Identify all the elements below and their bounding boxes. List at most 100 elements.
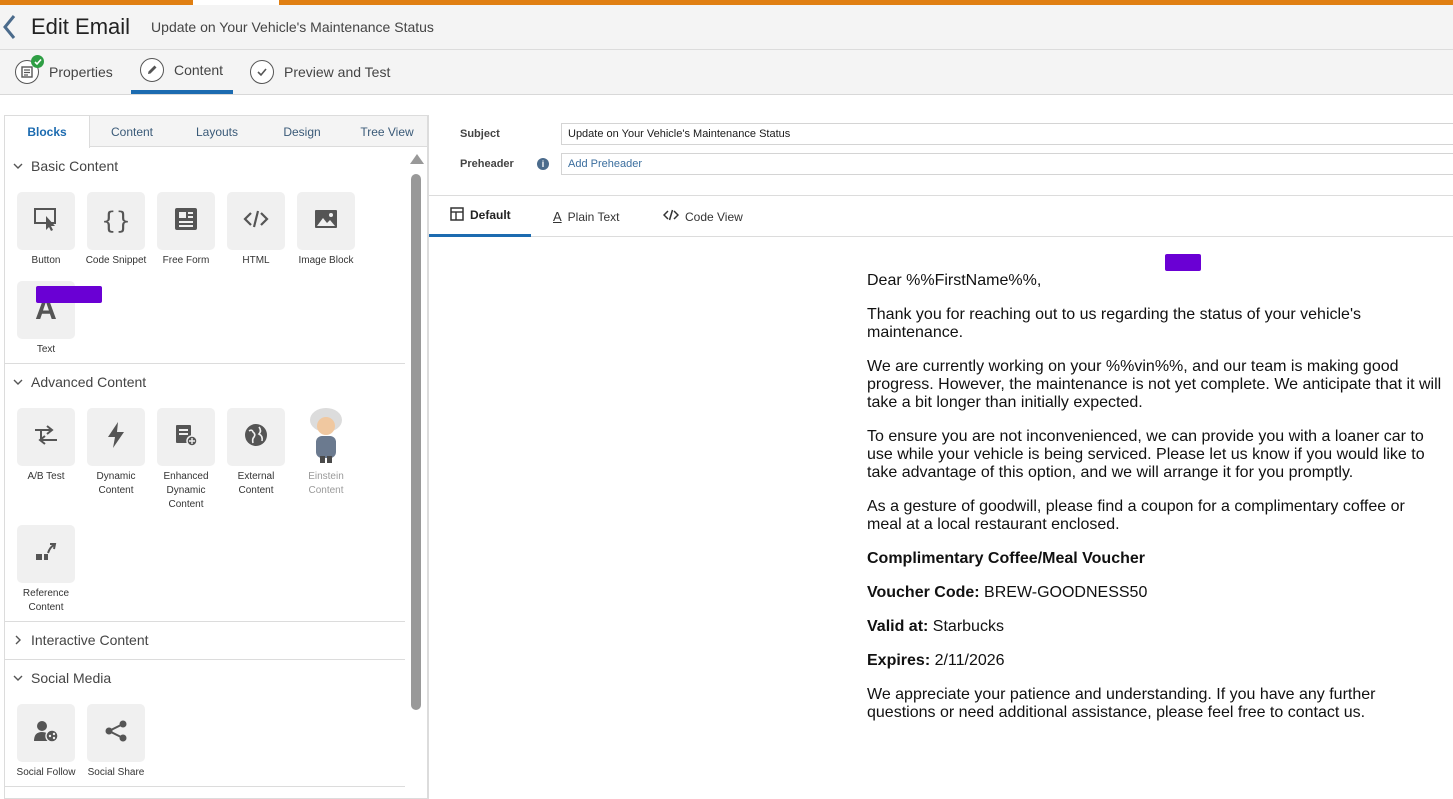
block-label: Enhanced [163,471,209,482]
back-chevron-icon[interactable] [0,12,20,42]
block-label: Button [31,255,61,266]
block-label: A/B Test [27,471,65,482]
block-code-snippet[interactable]: {} Code Snippet [81,192,151,268]
section-social-media[interactable]: Social Media [5,660,405,696]
tab-label: Default [470,208,511,222]
subject-input[interactable]: Update on Your Vehicle's Maintenance Sta… [561,123,1453,145]
section-title: Interactive Content [31,632,149,648]
block-label: Content [28,602,64,613]
subject-label: Subject [460,128,500,140]
tab-code-view[interactable]: Code View [662,196,743,237]
layout-icon [450,206,464,224]
block-external-content[interactable]: External Content [221,408,291,498]
email-greeting: Dear %%FirstName%%, [867,272,1042,289]
redaction-mark [36,286,102,303]
step-preview-and-test[interactable]: Preview and Test [250,50,390,94]
valid-at-value: Starbucks [928,618,1004,635]
image-icon [314,209,338,234]
button-cursor-icon [33,206,59,237]
block-label: Content [308,485,344,496]
expires-label: Expires: [867,652,931,669]
preheader-input[interactable]: Add Preheader [561,153,1453,175]
section-title: Social Media [31,670,112,686]
voucher-title: Complimentary Coffee/Meal Voucher [867,550,1145,567]
email-paragraph: To ensure you are not inconvenienced, we… [867,428,1425,481]
header: Edit Email Update on Your Vehicle's Main… [0,5,1453,50]
scroll-up-arrow-icon[interactable] [410,154,424,164]
block-html[interactable]: HTML [221,192,291,268]
block-button[interactable]: Button [11,192,81,268]
section-interactive-content[interactable]: Interactive Content [5,622,405,658]
section-title: Advanced Content [31,374,147,390]
block-free-form[interactable]: Free Form [151,192,221,268]
pencil-icon [140,58,164,82]
voucher-code-value: BREW-GOODNESS50 [979,584,1148,601]
reference-arrow-icon [34,541,58,568]
social-follow-icon [33,719,59,748]
properties-icon [15,55,44,84]
chevron-right-icon [5,635,31,645]
voucher-code-label: Voucher Code: [867,584,980,601]
text-a-icon: A [553,209,562,224]
block-social-follow[interactable]: Social Follow [11,704,81,780]
block-social-share[interactable]: Social Share [81,704,151,780]
block-reference-content[interactable]: Reference Content [11,525,81,615]
chevron-down-icon [5,379,31,385]
block-label: Dynamic [96,471,136,482]
ab-test-arrows-icon [33,424,59,451]
block-label: Social Share [87,767,145,778]
block-image[interactable]: Image Block [291,192,361,268]
email-paragraph: Thank you for reaching out to us regardi… [867,306,1361,341]
tab-design[interactable]: Design [260,116,344,147]
tab-label: Code View [685,209,743,224]
tab-default[interactable]: Default [429,196,531,237]
email-paragraph: We are currently working on your %%vin%%… [867,358,1442,411]
scrollbar-thumb[interactable] [411,174,421,710]
tab-tree-view[interactable]: Tree View [345,116,427,147]
section-advanced-content[interactable]: Advanced Content [5,364,405,400]
step-content[interactable]: Content [131,50,233,94]
lightning-icon [106,421,126,454]
block-label: Social Follow [16,767,76,778]
enhanced-document-icon [174,423,198,452]
block-label: Content [98,485,134,496]
subject-row: Subject Update on Your Vehicle's Mainten… [429,119,1453,149]
braces-icon: {} [101,207,131,235]
block-label: Content [168,499,204,510]
block-dynamic-content[interactable]: Dynamic Content [81,408,151,498]
share-icon [104,719,128,748]
block-label: Dynamic [166,485,206,496]
step-label: Content [174,62,224,78]
chevron-down-icon [5,163,31,169]
tab-plain-text[interactable]: A Plain Text [553,196,619,237]
info-icon[interactable]: i [537,158,549,170]
tab-blocks[interactable]: Blocks [5,116,90,148]
chevron-down-icon [5,675,31,681]
section-basic-content[interactable]: Basic Content [5,148,405,184]
preheader-row: Preheader i Add Preheader [429,149,1453,179]
page-title: Edit Email [31,14,131,39]
checkmark-icon [250,60,274,84]
code-icon [243,209,269,234]
view-tabs: Default A Plain Text Code View [429,195,1453,237]
step-label: Preview and Test [284,64,391,80]
tab-layouts[interactable]: Layouts [175,116,259,147]
block-enhanced-dynamic-content[interactable]: Enhanced Dynamic Content [151,408,221,512]
tab-label: Plain Text [567,209,620,224]
step-properties[interactable]: Properties [15,50,113,94]
block-label: HTML [242,255,270,266]
panel-tabs: Blocks Content Layouts Design Tree View [5,116,427,148]
einstein-mascot-icon [304,406,348,469]
block-ab-test[interactable]: A/B Test [11,408,81,484]
email-body[interactable]: Dear %%FirstName%%, Thank you for reachi… [867,272,1442,738]
email-paragraph: As a gesture of goodwill, please find a … [867,498,1405,533]
code-icon [662,209,680,224]
email-paragraph: We appreciate your patience and understa… [867,686,1376,721]
block-label: Image Block [298,255,354,266]
globe-icon [244,423,268,452]
preheader-label: Preheader [460,158,514,170]
block-einstein-content[interactable]: Einstein Content [291,406,361,498]
tab-content[interactable]: Content [91,116,173,147]
block-label: Text [36,344,56,355]
block-label: Code Snippet [85,255,147,266]
